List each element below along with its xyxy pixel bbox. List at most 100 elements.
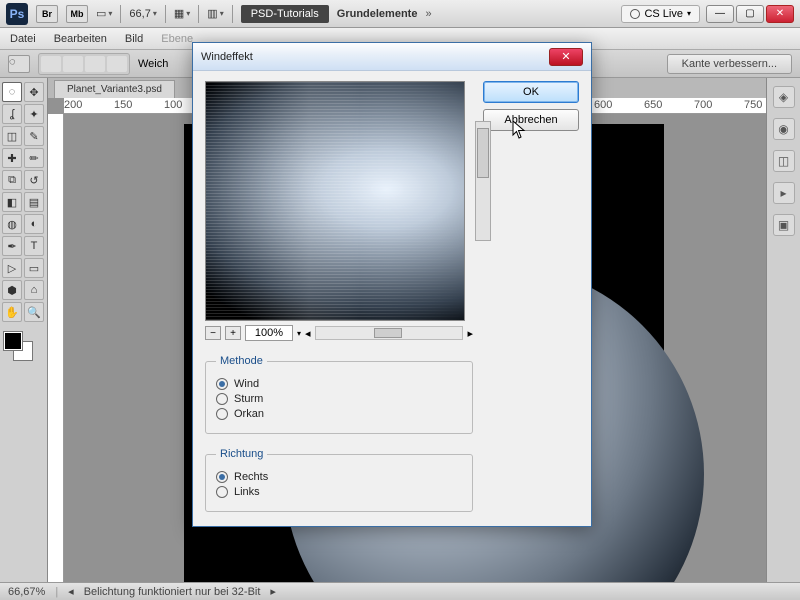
refine-edge-button[interactable]: Kante verbessern... — [667, 54, 792, 74]
workspace-more-icon[interactable]: » — [425, 8, 431, 20]
radio-icon[interactable] — [216, 486, 228, 498]
dialog-close-button[interactable]: ✕ — [549, 48, 583, 66]
filter-preview[interactable] — [205, 81, 465, 321]
wind-streaks — [206, 82, 464, 320]
methode-option[interactable]: Wind — [216, 378, 462, 390]
methode-label: Wind — [234, 378, 259, 390]
workspace-active[interactable]: PSD-Tutorials — [241, 5, 329, 23]
brush-tool[interactable]: ✏ — [24, 148, 44, 168]
toolbox: ◌✥ ʆ✦ ◫✎ ✚✏ ⧉↺ ◧▤ ◍◐ ✒T ▷▭ ⬢⌂ ✋🔍 — [0, 78, 48, 582]
gradient-tool[interactable]: ▤ — [24, 192, 44, 212]
shape-tool[interactable]: ▭ — [24, 258, 44, 278]
separator — [120, 5, 121, 23]
zoom-in-button[interactable]: + — [225, 326, 241, 340]
crop-tool[interactable]: ◫ — [2, 126, 22, 146]
sel-int-icon[interactable] — [107, 56, 127, 72]
path-select-tool[interactable]: ▷ — [2, 258, 22, 278]
preview-zoom[interactable]: 100% — [245, 325, 293, 341]
document-tab[interactable]: Planet_Variante3.psd — [54, 80, 175, 98]
status-prev-icon[interactable]: ◂ — [68, 585, 74, 598]
status-zoom[interactable]: 66,67% — [8, 586, 45, 598]
minimize-button[interactable]: — — [706, 5, 734, 23]
scroll-right-icon[interactable]: ▸ — [467, 327, 473, 340]
stamp-tool[interactable]: ⧉ — [2, 170, 22, 190]
ruler-tick: 150 — [114, 99, 132, 111]
zoom-out-button[interactable]: − — [205, 326, 221, 340]
radio-icon[interactable] — [216, 378, 228, 390]
adjustments-panel-icon[interactable]: ◫ — [773, 150, 795, 172]
radio-icon[interactable] — [216, 471, 228, 483]
menu-bild[interactable]: Bild — [125, 33, 143, 45]
chevron-down-icon: ▾ — [687, 9, 691, 18]
move-tool[interactable]: ✥ — [24, 82, 44, 102]
menu-bearbeiten[interactable]: Bearbeiten — [54, 33, 107, 45]
scrollbar-thumb[interactable] — [477, 128, 489, 178]
close-button[interactable]: ✕ — [766, 5, 794, 23]
separator: | — [55, 586, 58, 598]
status-bar: 66,67% | ◂ Belichtung funktioniert nur b… — [0, 582, 800, 600]
radio-icon[interactable] — [216, 408, 228, 420]
dodge-tool[interactable]: ◐ — [24, 214, 44, 234]
ruler-vertical[interactable] — [48, 114, 64, 582]
eyedropper-tool[interactable]: ✎ — [24, 126, 44, 146]
dialog-titlebar[interactable]: Windeffekt ✕ — [193, 43, 591, 71]
3d-tool[interactable]: ⬢ — [2, 280, 22, 300]
zoom-tool[interactable]: 🔍 — [24, 302, 44, 322]
sel-sub-icon[interactable] — [85, 56, 105, 72]
richtung-legend: Richtung — [216, 448, 267, 460]
minibridge-badge[interactable]: Mb — [66, 5, 88, 23]
methode-option[interactable]: Orkan — [216, 408, 462, 420]
menu-datei[interactable]: Datei — [10, 33, 36, 45]
ok-button[interactable]: OK — [483, 81, 579, 103]
tool-preset-icon[interactable]: ◌ — [8, 55, 30, 73]
lasso-tool[interactable]: ʆ — [2, 104, 22, 124]
eraser-tool[interactable]: ◧ — [2, 192, 22, 212]
preview-vscrollbar[interactable] — [475, 121, 491, 241]
color-panel-icon[interactable]: ◉ — [773, 118, 795, 140]
ruler-tick: 100 — [164, 99, 182, 111]
dialog-title: Windeffekt — [201, 51, 253, 63]
wind-dialog: Windeffekt ✕ − + 100% ▾ ◂ ▸ — [192, 42, 592, 527]
maximize-button[interactable]: ▢ — [736, 5, 764, 23]
methode-option[interactable]: Sturm — [216, 393, 462, 405]
sel-new-icon[interactable] — [41, 56, 61, 72]
color-swatches[interactable] — [2, 330, 45, 360]
fg-swatch[interactable] — [4, 332, 22, 350]
history-panel-icon[interactable]: ▸ — [773, 182, 795, 204]
scroll-left-icon[interactable]: ◂ — [305, 327, 311, 340]
bridge-badge[interactable]: Br — [36, 5, 58, 23]
cursor-icon — [512, 120, 526, 140]
richtung-option[interactable]: Rechts — [216, 471, 462, 483]
ruler-tick: 600 — [594, 99, 612, 111]
marquee-tool[interactable]: ◌ — [2, 82, 22, 102]
sel-add-icon[interactable] — [63, 56, 83, 72]
selection-mode-group — [38, 53, 130, 75]
photoshop-logo: Ps — [6, 3, 28, 25]
ruler-tick: 200 — [64, 99, 82, 111]
cancel-button[interactable]: Abbrechen — [483, 109, 579, 131]
layers-panel-icon[interactable]: ◈ — [773, 86, 795, 108]
type-tool[interactable]: T — [24, 236, 44, 256]
pen-tool[interactable]: ✒ — [2, 236, 22, 256]
wand-tool[interactable]: ✦ — [24, 104, 44, 124]
3d-camera-tool[interactable]: ⌂ — [24, 280, 44, 300]
hand-tool[interactable]: ✋ — [2, 302, 22, 322]
radio-icon[interactable] — [216, 393, 228, 405]
info-panel-icon[interactable]: ▣ — [773, 214, 795, 236]
status-next-icon[interactable]: ▸ — [270, 585, 276, 598]
screen-mode-dropdown[interactable]: ▭ — [96, 7, 112, 20]
heal-tool[interactable]: ✚ — [2, 148, 22, 168]
menu-ebene[interactable]: Ebene — [161, 33, 193, 45]
history-brush-tool[interactable]: ↺ — [24, 170, 44, 190]
preview-hscrollbar[interactable] — [315, 326, 464, 340]
arrange-dropdown[interactable]: ▦ — [174, 7, 190, 20]
scrollbar-thumb[interactable] — [374, 328, 402, 338]
extras-dropdown[interactable]: ▥ — [207, 7, 223, 20]
chevron-down-icon[interactable]: ▾ — [297, 329, 301, 338]
richtung-option[interactable]: Links — [216, 486, 462, 498]
richtung-group: Richtung Rechts Links — [205, 448, 473, 512]
workspace-inactive[interactable]: Grundelemente — [337, 8, 418, 20]
cslive-button[interactable]: CS Live ▾ — [621, 5, 700, 23]
blur-tool[interactable]: ◍ — [2, 214, 22, 234]
zoom-dropdown[interactable]: 66,7 — [129, 8, 156, 20]
